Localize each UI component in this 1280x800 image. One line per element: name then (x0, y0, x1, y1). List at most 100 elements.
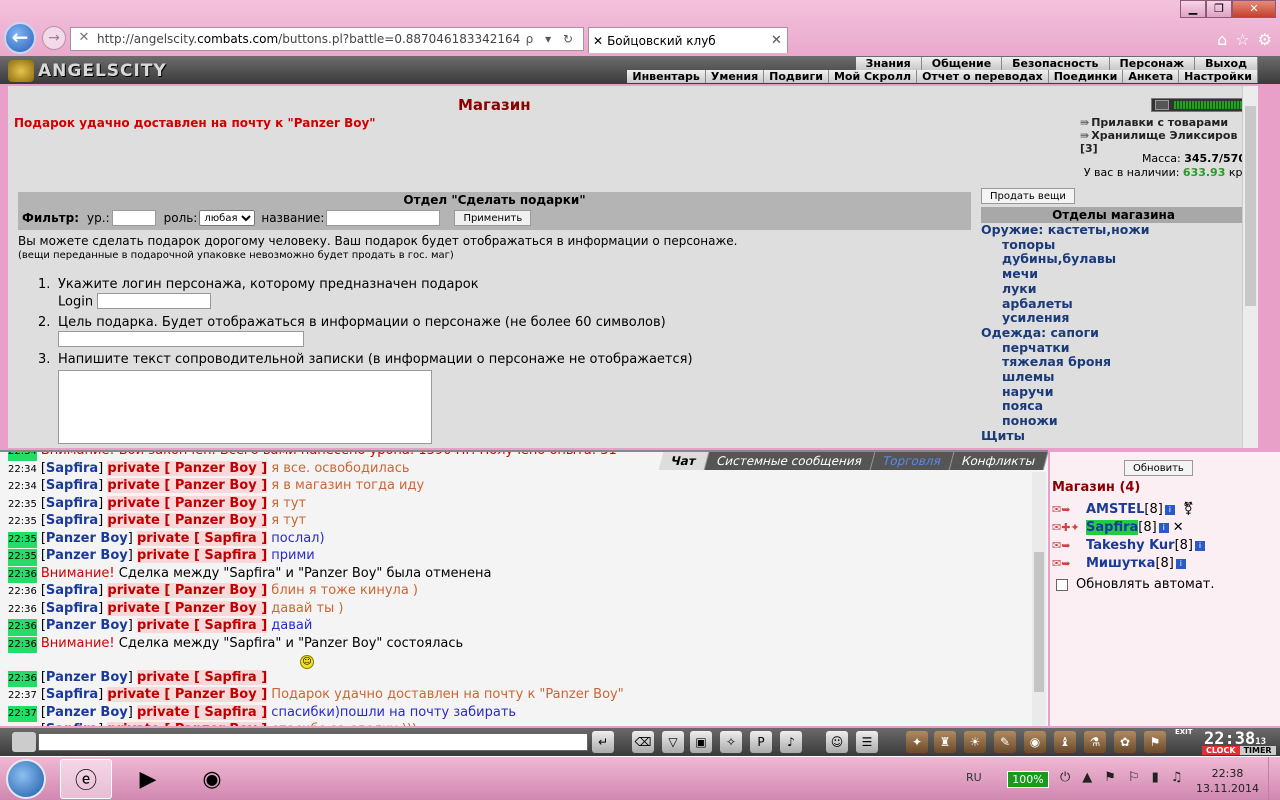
chat-scroll-thumb[interactable] (1034, 552, 1044, 692)
category-gloves[interactable]: перчатки (981, 340, 1246, 356)
minimize-button[interactable]: ▁ (1180, 0, 1206, 18)
action-icon-7[interactable]: ⚗ (1084, 731, 1106, 753)
role-select[interactable]: любая (199, 210, 256, 226)
up-arrow-icon[interactable]: ▲ (1082, 770, 1092, 785)
flag-icon[interactable]: ⚑ (1104, 770, 1116, 785)
battery-indicator[interactable]: 100% (1007, 771, 1049, 788)
user-info-icon[interactable]: i (1195, 540, 1206, 551)
favorites-star-icon[interactable]: ☆ (1235, 30, 1249, 49)
chat-nick[interactable]: Panzer Boy (46, 548, 128, 563)
home-icon[interactable]: ⌂ (1217, 30, 1227, 49)
settings-gear-icon[interactable]: ⚙ (1258, 30, 1272, 49)
sound-icon[interactable]: ♪ (780, 731, 802, 753)
action-icon-1[interactable]: ✦ (906, 731, 928, 753)
tab-system-messages[interactable]: Системные сообщения (704, 452, 876, 470)
address-tools[interactable]: ρ ▾ ↻ (526, 32, 583, 46)
tab-trade[interactable]: Торговля (870, 452, 955, 470)
online-user[interactable]: ✉➥ Takeshy Kur [8] i (1052, 538, 1206, 553)
sell-items-button[interactable]: Продать вещи (981, 188, 1075, 204)
link-stalls[interactable]: Прилавки с товарами (1080, 116, 1258, 129)
category-belts[interactable]: пояса (981, 399, 1246, 414)
category-leggings[interactable]: поножи (981, 413, 1246, 429)
category-bows[interactable]: луки (981, 281, 1246, 297)
category-clubs[interactable]: дубины,булавы (981, 252, 1246, 267)
eraser-icon[interactable]: ⌫ (632, 731, 654, 753)
user-info-icon[interactable]: i (1164, 504, 1175, 515)
tab-chat[interactable]: Чат (658, 452, 710, 470)
timestamp[interactable]: 22:34 (8, 479, 37, 496)
chat-nick[interactable]: Sapfira (46, 496, 98, 511)
filter-icon[interactable]: ▽ (662, 731, 684, 753)
private-recipient[interactable]: private [ Sapfira ] (136, 669, 268, 685)
user-nick[interactable]: Takeshy Kur (1086, 538, 1175, 553)
category-clothing-boots[interactable]: Одежда: сапоги (981, 325, 1246, 341)
chat-nick[interactable]: Panzer Boy (46, 531, 128, 546)
private-message-icon[interactable]: ✉➥ (1052, 539, 1086, 552)
timestamp[interactable]: 22:37 (8, 688, 37, 705)
menu-item-security[interactable]: Безопасность (1002, 57, 1110, 70)
fight-icon[interactable]: ✧ (720, 731, 742, 753)
private-message-icon[interactable]: ✉➥ (1052, 503, 1086, 516)
category-heavy-armor[interactable]: тяжелая броня (981, 355, 1246, 370)
action-icon-9[interactable]: ⚑ (1144, 731, 1166, 753)
system-clock[interactable]: 22:38 13.11.2014 (1196, 766, 1259, 796)
maximize-button[interactable]: ❐ (1206, 0, 1232, 18)
send-icon[interactable]: ↵ (592, 731, 614, 753)
action-icon-4[interactable]: ✎ (994, 731, 1016, 753)
private-recipient[interactable]: private [ Panzer Boy ] (107, 583, 268, 598)
menu-item-exit[interactable]: Выход (1195, 57, 1258, 70)
category-helmets[interactable]: шлемы (981, 369, 1246, 385)
submenu-settings[interactable]: Настройки (1179, 70, 1258, 83)
user-nick[interactable]: Мишутка (1086, 556, 1155, 571)
shop-scrollbar[interactable] (1242, 86, 1258, 448)
smiley-icon[interactable]: ☺ (826, 731, 848, 753)
close-window-button[interactable]: ✕ (1232, 0, 1276, 18)
chat-nick[interactable]: Panzer Boy (46, 705, 128, 720)
private-recipient[interactable]: private [ Panzer Boy ] (107, 513, 268, 528)
timestamp[interactable]: 22:35 (8, 514, 37, 531)
translit-icon[interactable]: ☰ (856, 731, 878, 753)
timestamp[interactable]: 22:35 (8, 549, 37, 566)
chat-nick[interactable]: Panzer Boy (46, 670, 128, 685)
chat-nick[interactable]: Panzer Boy (46, 618, 128, 633)
private-recipient[interactable]: private [ Sapfira ] (136, 530, 268, 546)
chat-nick[interactable]: Sapfira (46, 601, 98, 616)
chat-nick[interactable]: Sapfira (46, 722, 98, 726)
note-textarea[interactable] (58, 370, 432, 444)
chat-input[interactable] (38, 733, 588, 751)
media-player-icon[interactable]: ▶ (122, 759, 174, 799)
private-recipient[interactable]: private [ Sapfira ] (136, 704, 268, 720)
chat-nick[interactable]: Sapfira (46, 478, 98, 493)
user-nick[interactable]: Sapfira (1086, 520, 1139, 535)
game-logo[interactable]: ANGELSCITY (8, 58, 167, 84)
private-recipient[interactable]: private [ Panzer Boy ] (107, 687, 268, 702)
refresh-button[interactable]: Обновить (1124, 460, 1193, 476)
online-user[interactable]: ✉➥ AMSTEL [8] i ⚧ (1052, 502, 1194, 517)
level-input[interactable] (111, 210, 156, 226)
address-bar[interactable]: ✕ http://angelscity.combats.com/buttons.… (70, 27, 584, 51)
category-shields[interactable]: Щиты (981, 428, 1246, 444)
timestamp[interactable]: 22:34 (8, 462, 37, 479)
language-indicator[interactable]: RU (966, 771, 982, 784)
gift-purpose-input[interactable] (58, 330, 304, 347)
exit-button[interactable]: EXIT (1175, 728, 1193, 736)
chat-nick[interactable]: Sapfira (46, 687, 98, 702)
timer-label[interactable]: TIMER (1239, 746, 1276, 755)
action-icon-3[interactable]: ☀ (964, 731, 986, 753)
volume-icon[interactable]: ♫ (1171, 770, 1183, 785)
category-weapons-knuckles[interactable]: Оружие: кастеты,ножи (981, 222, 1246, 238)
menu-item-knowledge[interactable]: Знания (855, 57, 922, 70)
browser-tab[interactable]: ✕ Бойцовский клуб ✕ (588, 27, 788, 53)
forward-button[interactable]: → (42, 26, 66, 50)
category-axes[interactable]: топоры (981, 237, 1246, 253)
private-recipient[interactable]: private [ Panzer Boy ] (107, 460, 268, 476)
timestamp[interactable]: 22:36 (8, 619, 37, 636)
category-enhancements[interactable]: усиления (981, 311, 1246, 326)
submenu-fights[interactable]: Поединки (1048, 70, 1124, 83)
user-info-icon[interactable]: i (1175, 558, 1186, 569)
tab-close-icon[interactable]: ✕ (771, 33, 787, 48)
private-recipient[interactable]: private [ Panzer Boy ] (107, 722, 268, 726)
timestamp[interactable]: 22:36 (8, 636, 37, 653)
chat-scrollbar[interactable] (1032, 472, 1046, 726)
chat-nick[interactable]: Sapfira (46, 583, 98, 598)
